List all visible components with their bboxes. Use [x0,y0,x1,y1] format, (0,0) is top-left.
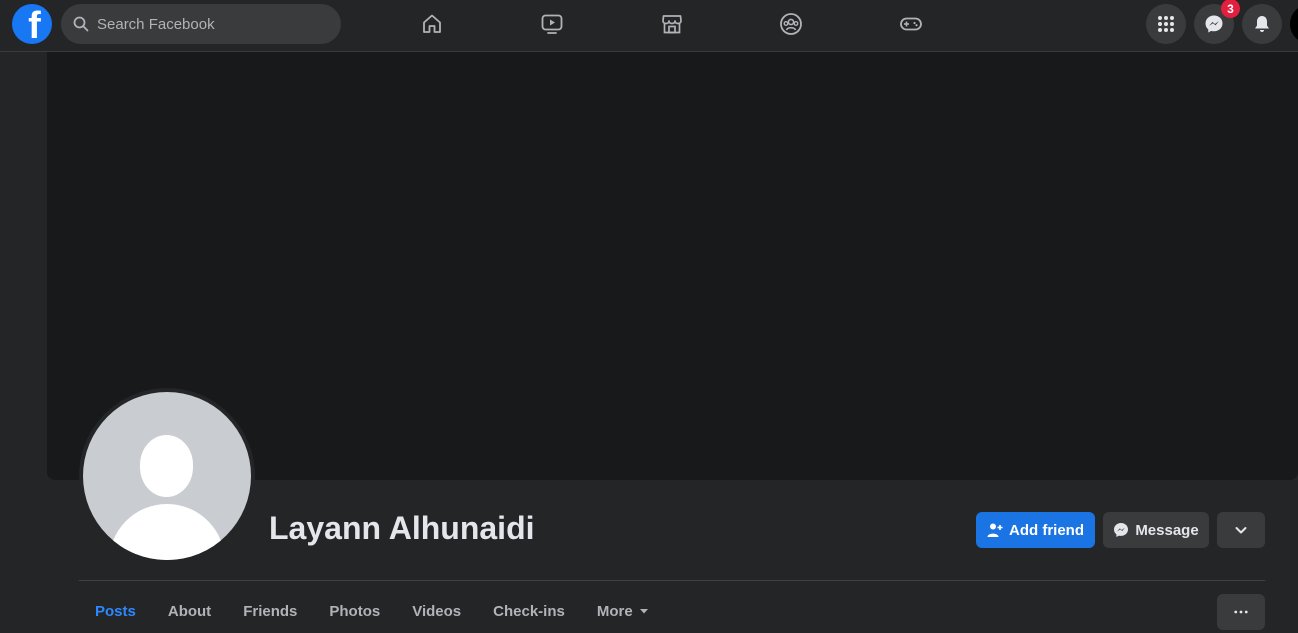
caret-down-icon [639,609,648,614]
tab-about[interactable]: About [152,589,227,633]
account-avatar[interactable] [1290,4,1298,44]
gaming-icon [900,17,922,31]
default-avatar-body [109,504,225,560]
tab-label: More [596,602,633,620]
tab-label: Photos [329,602,381,620]
chevron-down-icon [1235,527,1247,534]
tab-check-ins[interactable]: Check-ins [477,589,581,633]
nav-gaming[interactable] [891,8,931,40]
facebook-logo-letter: f [28,5,41,44]
nav-watch[interactable] [532,8,572,40]
add-friend-label: Add friend [1009,521,1084,539]
profile-dropdown-button[interactable] [1217,512,1265,548]
tab-friends[interactable]: Friends [227,589,313,633]
profile-picture[interactable] [83,392,251,560]
home-icon [423,14,441,33]
tab-more[interactable]: More [581,589,665,633]
default-avatar-head [140,435,193,497]
message-label: Message [1135,521,1199,539]
menu-grid-icon [1158,16,1174,32]
messenger-icon [1205,15,1223,33]
profile-tabs: Posts About Friends Photos Videos Check-… [79,589,665,633]
tab-label: Posts [95,602,136,620]
nav-home[interactable] [412,8,452,40]
facebook-logo[interactable]: f [12,4,52,44]
more-options-button[interactable] [1217,594,1265,630]
message-button[interactable]: Message [1103,512,1209,548]
search-bar[interactable] [61,4,341,44]
messenger-icon [1114,523,1129,537]
search-icon [73,16,89,32]
profile-name: Layann Alhunaidi [269,510,535,546]
nav-marketplace[interactable] [652,8,692,40]
messenger-button[interactable]: 3 [1194,0,1240,44]
left-gutter [0,52,47,633]
tab-label: Friends [243,602,298,620]
tab-posts[interactable]: Posts [79,589,152,633]
bell-icon [1255,16,1269,32]
nav-groups[interactable] [771,8,811,40]
tab-label: About [167,602,212,620]
notification-badge: 3 [1221,0,1240,18]
tab-videos[interactable]: Videos [396,589,477,633]
top-navigation-bar: f Search Facebook 3 [0,0,1298,52]
menu-button[interactable] [1146,4,1186,44]
search-input[interactable] [97,15,317,33]
notifications-button[interactable] [1242,4,1282,44]
profile-divider [79,580,1265,581]
marketplace-icon [662,15,682,34]
tab-label: Videos [412,602,462,620]
tab-photos[interactable]: Photos [313,589,396,633]
groups-icon [780,13,802,35]
ellipsis-icon [1234,610,1248,614]
add-friend-icon [987,523,1003,537]
watch-icon [541,14,563,34]
tab-label: Check-ins [493,602,565,620]
cover-photo[interactable] [47,52,1298,480]
add-friend-button[interactable]: Add friend [976,512,1095,548]
